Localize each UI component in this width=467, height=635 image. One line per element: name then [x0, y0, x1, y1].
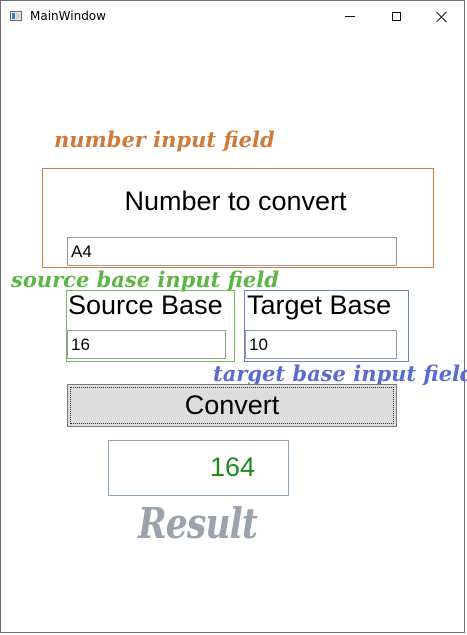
convert-button[interactable]: Convert [67, 384, 397, 427]
title-bar[interactable]: MainWindow [1, 1, 464, 32]
minimize-icon [345, 16, 355, 17]
target-base-label: Target Base [247, 290, 392, 320]
close-button[interactable] [419, 1, 465, 32]
app-icon [10, 11, 22, 21]
result-value: 164 [209, 452, 256, 482]
source-base-label: Source Base [68, 290, 223, 320]
number-to-convert-label: Number to convert [124, 186, 347, 216]
source-field-annotation: source base input field [11, 267, 279, 292]
result-annotation: Result [138, 499, 258, 548]
minimize-button[interactable] [327, 1, 373, 32]
number-input[interactable] [67, 237, 397, 266]
maximize-icon [391, 12, 401, 21]
maximize-button[interactable] [373, 1, 419, 32]
window-title: MainWindow [30, 9, 106, 23]
number-field-annotation: number input field [54, 127, 275, 152]
source-base-input[interactable] [67, 330, 226, 359]
target-field-annotation: target base input field [213, 361, 467, 386]
target-base-input[interactable] [245, 330, 397, 359]
close-icon [436, 11, 448, 23]
